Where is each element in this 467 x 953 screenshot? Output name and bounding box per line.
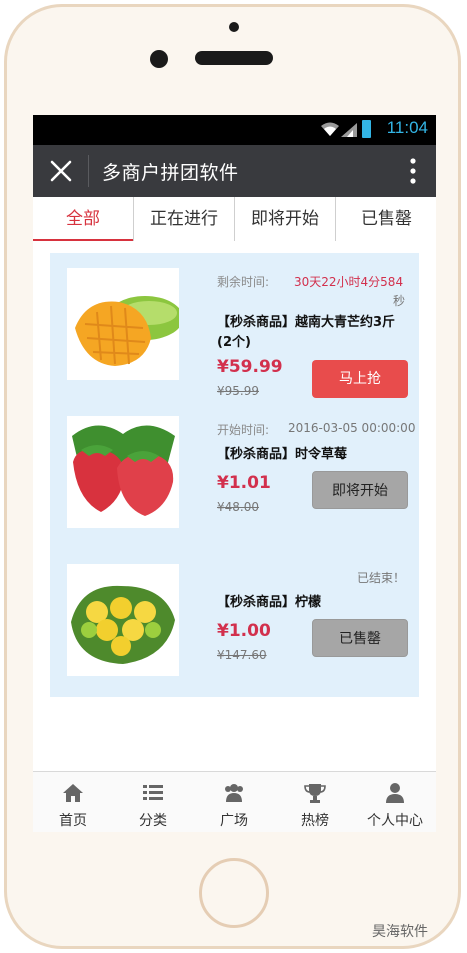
page-title: 多商户拼团软件 <box>102 162 239 184</box>
product-name: 【秒杀商品】越南大青芒约3斤(2个) <box>217 315 396 350</box>
coming-soon-button[interactable]: 即将开始 <box>312 471 408 509</box>
product-image-strawberry <box>67 416 179 528</box>
product-name: 【秒杀商品】柠檬 <box>217 595 322 610</box>
user-icon <box>386 783 404 803</box>
close-icon[interactable] <box>49 159 73 183</box>
home-icon <box>63 784 83 802</box>
nav-label: 首页 <box>59 813 87 829</box>
users-icon <box>225 784 243 802</box>
title-bar: 多商户拼团软件 <box>33 145 436 197</box>
nav-label: 热榜 <box>301 813 329 829</box>
bottom-nav: 首页 分类 广场 热榜 个人中心 <box>33 771 436 832</box>
home-button[interactable] <box>199 858 269 928</box>
nav-hot[interactable]: 热榜 <box>275 772 355 832</box>
product-price: ¥1.00 <box>217 621 271 641</box>
product-image-mango <box>67 268 179 380</box>
nav-label: 个人中心 <box>367 813 423 829</box>
product-price: ¥1.01 <box>217 473 271 493</box>
list-icon <box>143 785 163 800</box>
wifi-icon <box>321 122 339 136</box>
status-time: 11:04 <box>386 118 428 137</box>
tab-sold-out[interactable]: 已售罄 <box>335 197 436 241</box>
start-time-label: 开始时间: <box>217 423 270 437</box>
original-price: ¥147.60 <box>217 648 267 662</box>
proximity-sensor <box>229 22 239 32</box>
product-price: ¥59.99 <box>217 357 283 377</box>
status-bar: 11:04 <box>33 115 436 145</box>
trophy-icon <box>304 784 326 803</box>
original-price: ¥48.00 <box>217 500 259 514</box>
product-name: 【秒杀商品】时令草莓 <box>217 447 348 462</box>
watermark-brand: 昊海软件 <box>372 924 428 940</box>
tab-in-progress[interactable]: 正在进行 <box>133 197 234 241</box>
countdown-value: 30天22小时4分584 <box>294 275 404 289</box>
buy-now-button[interactable]: 马上抢 <box>312 360 408 398</box>
title-divider <box>88 155 89 187</box>
original-price: ¥95.99 <box>217 384 259 398</box>
nav-home[interactable]: 首页 <box>33 772 113 832</box>
countdown-label: 剩余时间: <box>217 275 270 289</box>
front-camera <box>150 50 168 68</box>
tab-bar: 全部 正在进行 即将开始 已售罄 <box>33 197 436 242</box>
product-list: 剩余时间: 30天22小时4分584 秒 【秒杀商品】越南大青芒约3斤(2个) … <box>33 241 436 771</box>
battery-icon <box>362 120 371 138</box>
phone-screen: 11:04 多商户拼团软件 全部 正在进行 即将开始 已售罄 剩余时间: 30天… <box>33 115 436 832</box>
product-card[interactable]: 剩余时间: 30天22小时4分584 秒 【秒杀商品】越南大青芒约3斤(2个) … <box>50 253 419 401</box>
product-card[interactable]: 开始时间: 2016-03-05 00:00:00 【秒杀商品】时令草莓 ¥1.… <box>50 401 419 549</box>
product-image-lemon <box>67 564 179 676</box>
start-time-value: 2016-03-05 00:00:00 <box>288 421 416 435</box>
ended-status: 已结束！ <box>357 571 406 585</box>
signal-icon <box>341 123 357 137</box>
nav-category[interactable]: 分类 <box>113 772 193 832</box>
nav-label: 分类 <box>139 813 167 829</box>
more-vertical-icon[interactable] <box>410 158 416 184</box>
tab-all[interactable]: 全部 <box>33 197 133 241</box>
nav-label: 广场 <box>220 813 248 829</box>
nav-square[interactable]: 广场 <box>194 772 274 832</box>
product-card[interactable]: 已结束！ 【秒杀商品】柠檬 ¥1.00 ¥147.60 已售罄 <box>50 549 419 697</box>
nav-profile[interactable]: 个人中心 <box>355 772 435 832</box>
countdown-unit: 秒 <box>393 294 406 308</box>
earpiece-speaker <box>195 51 273 65</box>
sold-out-button[interactable]: 已售罄 <box>312 619 408 657</box>
tab-upcoming[interactable]: 即将开始 <box>234 197 335 241</box>
